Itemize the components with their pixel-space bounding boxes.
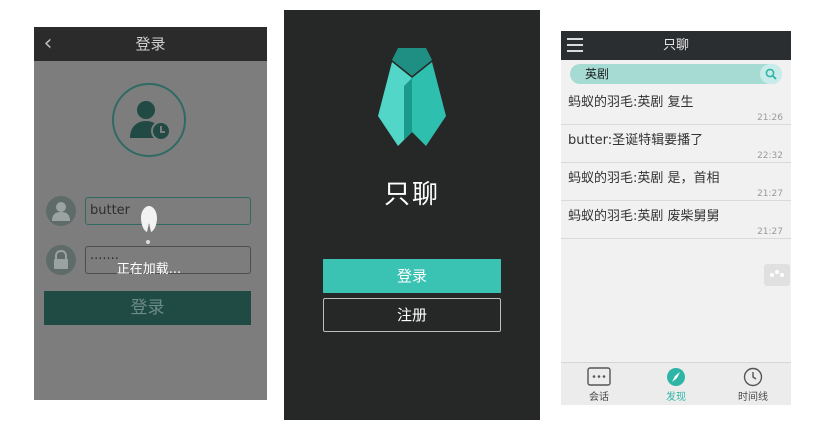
avatar bbox=[112, 83, 186, 157]
message-text: 蚂蚁的羽毛:英剧 复生 bbox=[568, 95, 694, 110]
lock-icon bbox=[46, 245, 76, 275]
login-screen-loading: ‹ 登录 butter ······· 登录 正在加载... bbox=[34, 27, 267, 400]
tab-chat[interactable]: 会话 bbox=[561, 363, 637, 405]
message-time: 22:32 bbox=[757, 151, 783, 161]
chat-bubble-icon bbox=[587, 367, 611, 386]
search-query: 英剧 bbox=[585, 67, 610, 81]
message-text: 蚂蚁的羽毛:英剧 是，首相 bbox=[568, 171, 720, 186]
tab-timeline[interactable]: 时间线 bbox=[715, 363, 791, 405]
floating-handle[interactable] bbox=[764, 264, 790, 286]
login-button[interactable]: 登录 bbox=[44, 291, 251, 325]
search-button[interactable] bbox=[760, 64, 782, 84]
message-time: 21:26 bbox=[757, 113, 783, 123]
message-text: 蚂蚁的羽毛:英剧 废柴舅舅 bbox=[568, 209, 720, 224]
page-title: 只聊 bbox=[662, 38, 689, 53]
loading-spinner-icon bbox=[141, 206, 157, 232]
login-button[interactable]: 登录 bbox=[323, 259, 501, 293]
tab-label: 会话 bbox=[589, 392, 609, 403]
message-text: butter:圣诞特辑要播了 bbox=[568, 133, 704, 148]
message-time: 21:27 bbox=[757, 227, 783, 237]
list-item[interactable]: 蚂蚁的羽毛:英剧 复生 21:26 bbox=[561, 88, 791, 125]
list-item[interactable]: 蚂蚁的羽毛:英剧 废柴舅舅 21:27 bbox=[561, 202, 791, 239]
welcome-screen: 只聊 登录 注册 bbox=[284, 10, 540, 420]
tab-label: 发现 bbox=[666, 392, 686, 403]
compass-icon bbox=[667, 368, 685, 386]
tab-discover[interactable]: 发现 bbox=[638, 363, 714, 405]
register-button[interactable]: 注册 bbox=[323, 298, 501, 332]
page-title: 登录 bbox=[135, 35, 166, 53]
loading-dot bbox=[146, 240, 150, 244]
search-icon bbox=[765, 68, 777, 80]
tab-label: 时间线 bbox=[738, 392, 768, 403]
list-item[interactable]: 蚂蚁的羽毛:英剧 是，首相 21:27 bbox=[561, 164, 791, 201]
loading-text: 正在加载... bbox=[116, 262, 182, 277]
user-avatar-icon bbox=[130, 101, 171, 141]
cicada-logo-icon bbox=[378, 48, 446, 146]
message-time: 21:27 bbox=[757, 189, 783, 199]
username-field[interactable]: butter bbox=[85, 197, 251, 225]
message-list-screen: 只聊 英剧 蚂蚁的羽毛:英剧 复生 21:26 butter:圣诞特辑要播了 2… bbox=[561, 31, 791, 405]
app-name: 只聊 bbox=[383, 180, 440, 210]
user-field-icon bbox=[46, 196, 76, 226]
search-input[interactable]: 英剧 bbox=[570, 64, 782, 84]
top-bar: 只聊 bbox=[561, 31, 791, 60]
list-item[interactable]: butter:圣诞特辑要播了 22:32 bbox=[561, 126, 791, 163]
bottom-tab-bar: 会话 发现 时间线 bbox=[561, 362, 791, 405]
top-bar: ‹ 登录 bbox=[34, 27, 267, 61]
clock-icon bbox=[743, 367, 763, 387]
